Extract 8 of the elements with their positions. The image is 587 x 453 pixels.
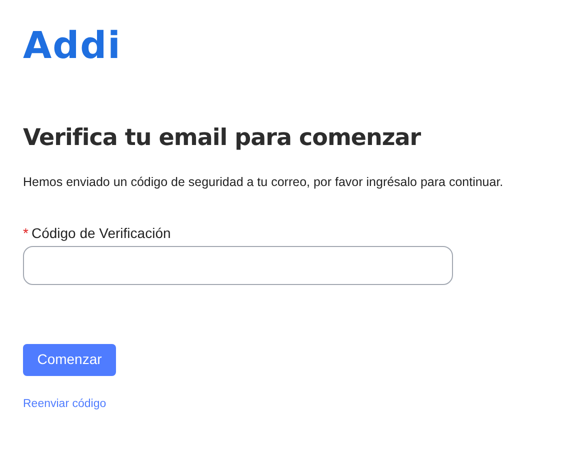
start-button[interactable]: Comenzar (23, 344, 116, 376)
field-label: Código de Verificación (31, 224, 171, 243)
addi-logo: Addi (23, 24, 122, 68)
required-mark: * (23, 224, 28, 243)
instruction-text: Hemos enviado un código de seguridad a tu correo, por favor ingrésalo para continuar. (23, 174, 504, 191)
verification-code-field[interactable] (23, 246, 453, 285)
page-title: Verifica tu email para comenzar (23, 124, 421, 153)
resend-code-link[interactable]: Reenviar código (23, 396, 106, 413)
